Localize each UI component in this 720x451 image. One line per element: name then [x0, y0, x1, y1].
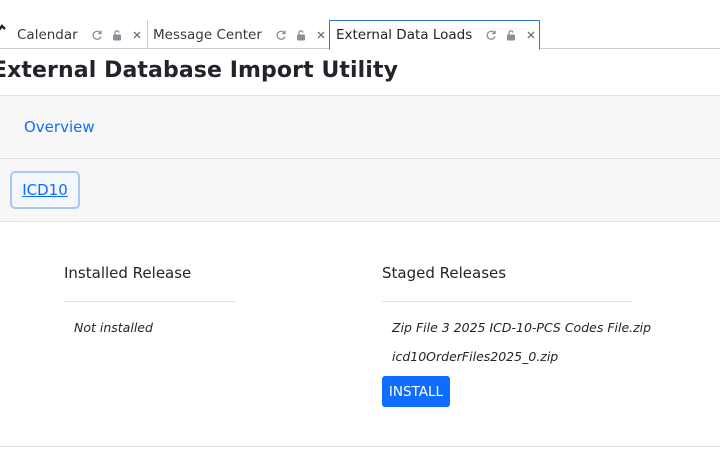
staged-release-item: Zip File 3 2025 ICD-10-PCS Codes File.zi…	[392, 320, 652, 335]
refresh-icon[interactable]	[91, 29, 103, 41]
back-arrow-icon[interactable]	[0, 22, 8, 36]
refresh-icon[interactable]	[275, 29, 287, 41]
install-button[interactable]: INSTALL	[382, 376, 450, 407]
lock-icon[interactable]	[295, 29, 307, 41]
installed-release-status: Not installed	[74, 320, 153, 335]
staged-releases-heading: Staged Releases	[382, 264, 507, 282]
tab-icd10[interactable]: ICD10	[10, 171, 80, 209]
tab-icd10-label: ICD10	[22, 181, 68, 199]
overview-link[interactable]: Overview	[24, 118, 95, 136]
page-title: External Database Import Utility	[0, 58, 399, 83]
tab-message-center[interactable]: Message Center	[146, 20, 329, 49]
bottom-divider	[0, 446, 720, 447]
installed-divider	[64, 301, 236, 302]
tab-external-data-loads[interactable]: External Data Loads	[329, 20, 540, 50]
lock-icon[interactable]	[111, 29, 123, 41]
close-icon[interactable]	[525, 29, 537, 41]
close-icon[interactable]	[131, 29, 143, 41]
staged-release-item: icd10OrderFiles2025_0.zip	[392, 349, 559, 364]
refresh-icon[interactable]	[485, 29, 497, 41]
tab-label: Message Center	[153, 26, 262, 43]
tab-bar: Calendar Message Center External Data Lo…	[0, 0, 720, 50]
lock-icon[interactable]	[505, 29, 517, 41]
close-icon[interactable]	[315, 29, 327, 41]
staged-divider	[382, 301, 632, 302]
installed-release-heading: Installed Release	[64, 264, 192, 282]
release-tabs-band: ICD10	[0, 158, 720, 222]
overview-band: Overview	[0, 95, 720, 159]
tab-label: External Data Loads	[336, 27, 473, 43]
tab-calendar[interactable]: Calendar	[10, 20, 148, 49]
tab-label: Calendar	[17, 26, 78, 43]
